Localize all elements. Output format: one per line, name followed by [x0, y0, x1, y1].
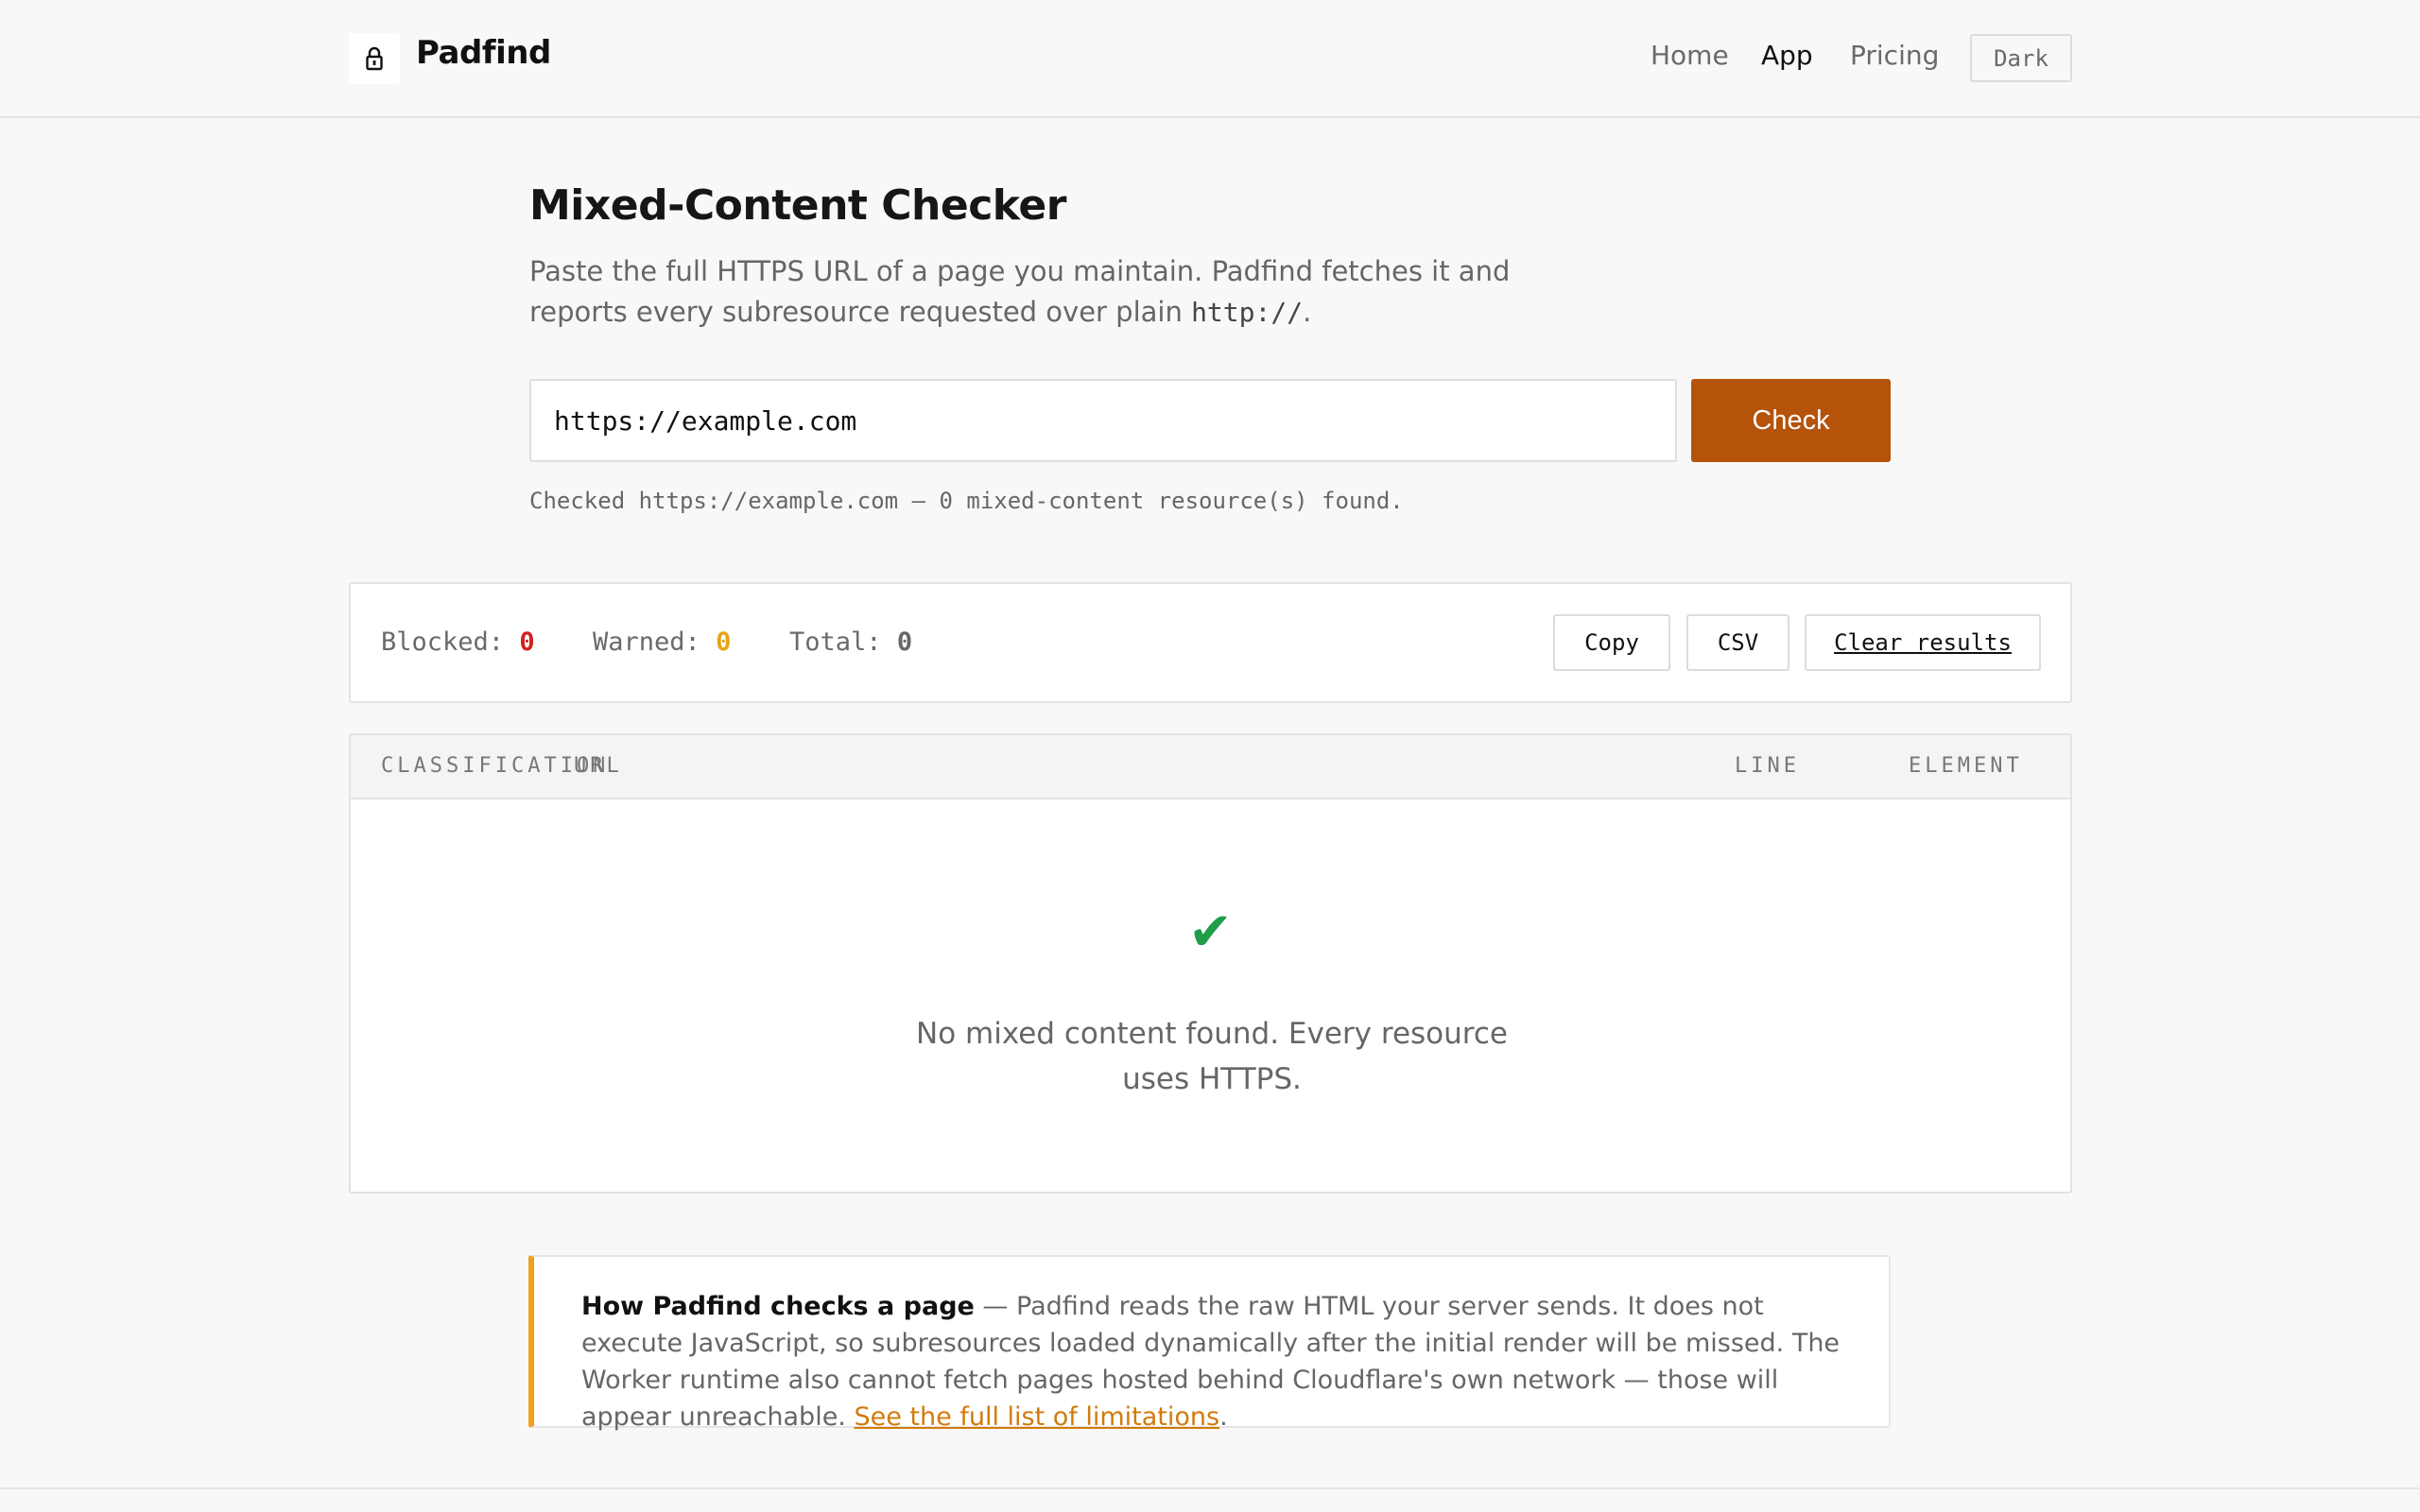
column-line[interactable]: LINE — [1735, 754, 1800, 778]
info-note: How Padfind checks a page — Padfind read… — [528, 1255, 1891, 1432]
lock-icon[interactable] — [349, 33, 400, 84]
nav-pricing[interactable]: Pricing — [1850, 40, 1939, 71]
url-input[interactable] — [529, 379, 1677, 462]
clear-results-button[interactable]: Clear results — [1805, 614, 2041, 671]
description-code: http:// — [1191, 297, 1304, 328]
warned-label: Warned: — [593, 627, 700, 657]
total-count: 0 — [896, 627, 913, 657]
blocked-label: Blocked: — [381, 627, 505, 657]
page-title: Mixed-Content Checker — [529, 181, 1066, 230]
copy-button[interactable]: Copy — [1553, 614, 1670, 671]
total-stat: Total: 0 — [789, 627, 912, 657]
brand-name[interactable]: Padfind — [416, 34, 551, 72]
warned-count: 0 — [716, 627, 732, 657]
status-text: Checked https://example.com — 0 mixed-co… — [529, 488, 1404, 514]
check-button[interactable]: Check — [1691, 379, 1891, 462]
limitations-link[interactable]: See the full list of limitations — [854, 1402, 1219, 1432]
total-label: Total: — [789, 627, 882, 657]
warned-stat: Warned: 0 — [593, 627, 731, 657]
check-icon: ✔ — [1188, 902, 1233, 963]
empty-state-message: No mixed content found. Every resource u… — [916, 1017, 1508, 1096]
table-header: CLASSIFICATION URL LINE ELEMENT — [351, 735, 2070, 799]
nav-home[interactable]: Home — [1651, 40, 1729, 71]
description-text: Paste the full HTTPS URL of a page you m… — [529, 255, 1511, 328]
results-table: CLASSIFICATION URL LINE ELEMENT ✔ No mix… — [349, 733, 2072, 1194]
page-description: Paste the full HTTPS URL of a page you m… — [529, 251, 1550, 333]
blocked-stat: Blocked: 0 — [381, 627, 535, 657]
column-element[interactable]: ELEMENT — [1909, 754, 2023, 778]
column-url[interactable]: URL — [574, 754, 623, 778]
theme-toggle-button[interactable]: Dark — [1970, 34, 2072, 82]
results-summary: Blocked: 0 Warned: 0 Total: 0 Copy CSV C… — [349, 582, 2072, 703]
csv-button[interactable]: CSV — [1686, 614, 1789, 671]
note-heading: How Padfind checks a page — [581, 1292, 975, 1321]
nav-app[interactable]: App — [1761, 40, 1813, 71]
top-bar: Padfind Home App Pricing Dark — [0, 0, 2420, 118]
footer-divider — [0, 1487, 2420, 1489]
blocked-count: 0 — [519, 627, 535, 657]
note-end: . — [1219, 1402, 1228, 1432]
description-end: . — [1303, 296, 1312, 328]
